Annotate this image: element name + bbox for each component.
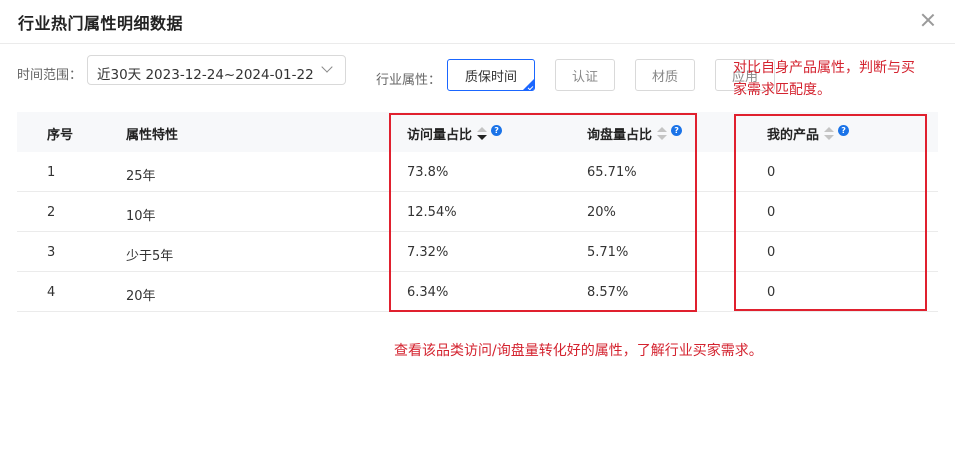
attr-option-certification[interactable]: 认证 <box>555 59 615 91</box>
cell-attr: 少于5年 <box>126 249 174 264</box>
cell-attr: 20年 <box>126 289 156 304</box>
time-range-label: 时间范围： <box>17 68 83 83</box>
chevron-down-icon <box>321 61 333 73</box>
attr-option-label: 认证 <box>571 69 598 85</box>
annotation-compare: 对比自身产品属性，判断与买 家需求匹配度。 <box>733 57 948 101</box>
time-range-value: 近30天 2023-12-24~2024-01-22 <box>97 67 314 83</box>
attr-option-label: 质保时间 <box>464 69 517 85</box>
cell-index: 1 <box>47 165 56 180</box>
attr-option-label: 材质 <box>651 69 678 85</box>
industry-attr-label: 行业属性： <box>376 73 442 88</box>
attr-option-warranty[interactable]: 质保时间 <box>447 59 535 91</box>
dialog-header: 行业热门属性明细数据 <box>0 0 955 44</box>
header-attr: 属性特性 <box>126 128 179 143</box>
close-icon[interactable] <box>918 10 938 30</box>
header-index: 序号 <box>47 128 74 143</box>
highlight-box-share <box>389 113 697 312</box>
cell-attr: 10年 <box>126 209 156 224</box>
cell-index: 4 <box>47 285 56 300</box>
highlight-box-my-product <box>734 114 927 311</box>
dialog-title: 行业热门属性明细数据 <box>18 14 184 33</box>
cell-index: 3 <box>47 245 56 260</box>
annotation-compare-line2: 家需求匹配度。 <box>733 82 831 98</box>
time-range-select[interactable]: 近30天 2023-12-24~2024-01-22 <box>87 55 346 85</box>
annotation-view: 查看该品类访问/询盘量转化好的属性，了解行业买家需求。 <box>394 343 763 359</box>
cell-index: 2 <box>47 205 56 220</box>
annotation-compare-line1: 对比自身产品属性，判断与买 <box>733 60 915 76</box>
cell-attr: 25年 <box>126 169 156 184</box>
attr-option-material[interactable]: 材质 <box>635 59 695 91</box>
